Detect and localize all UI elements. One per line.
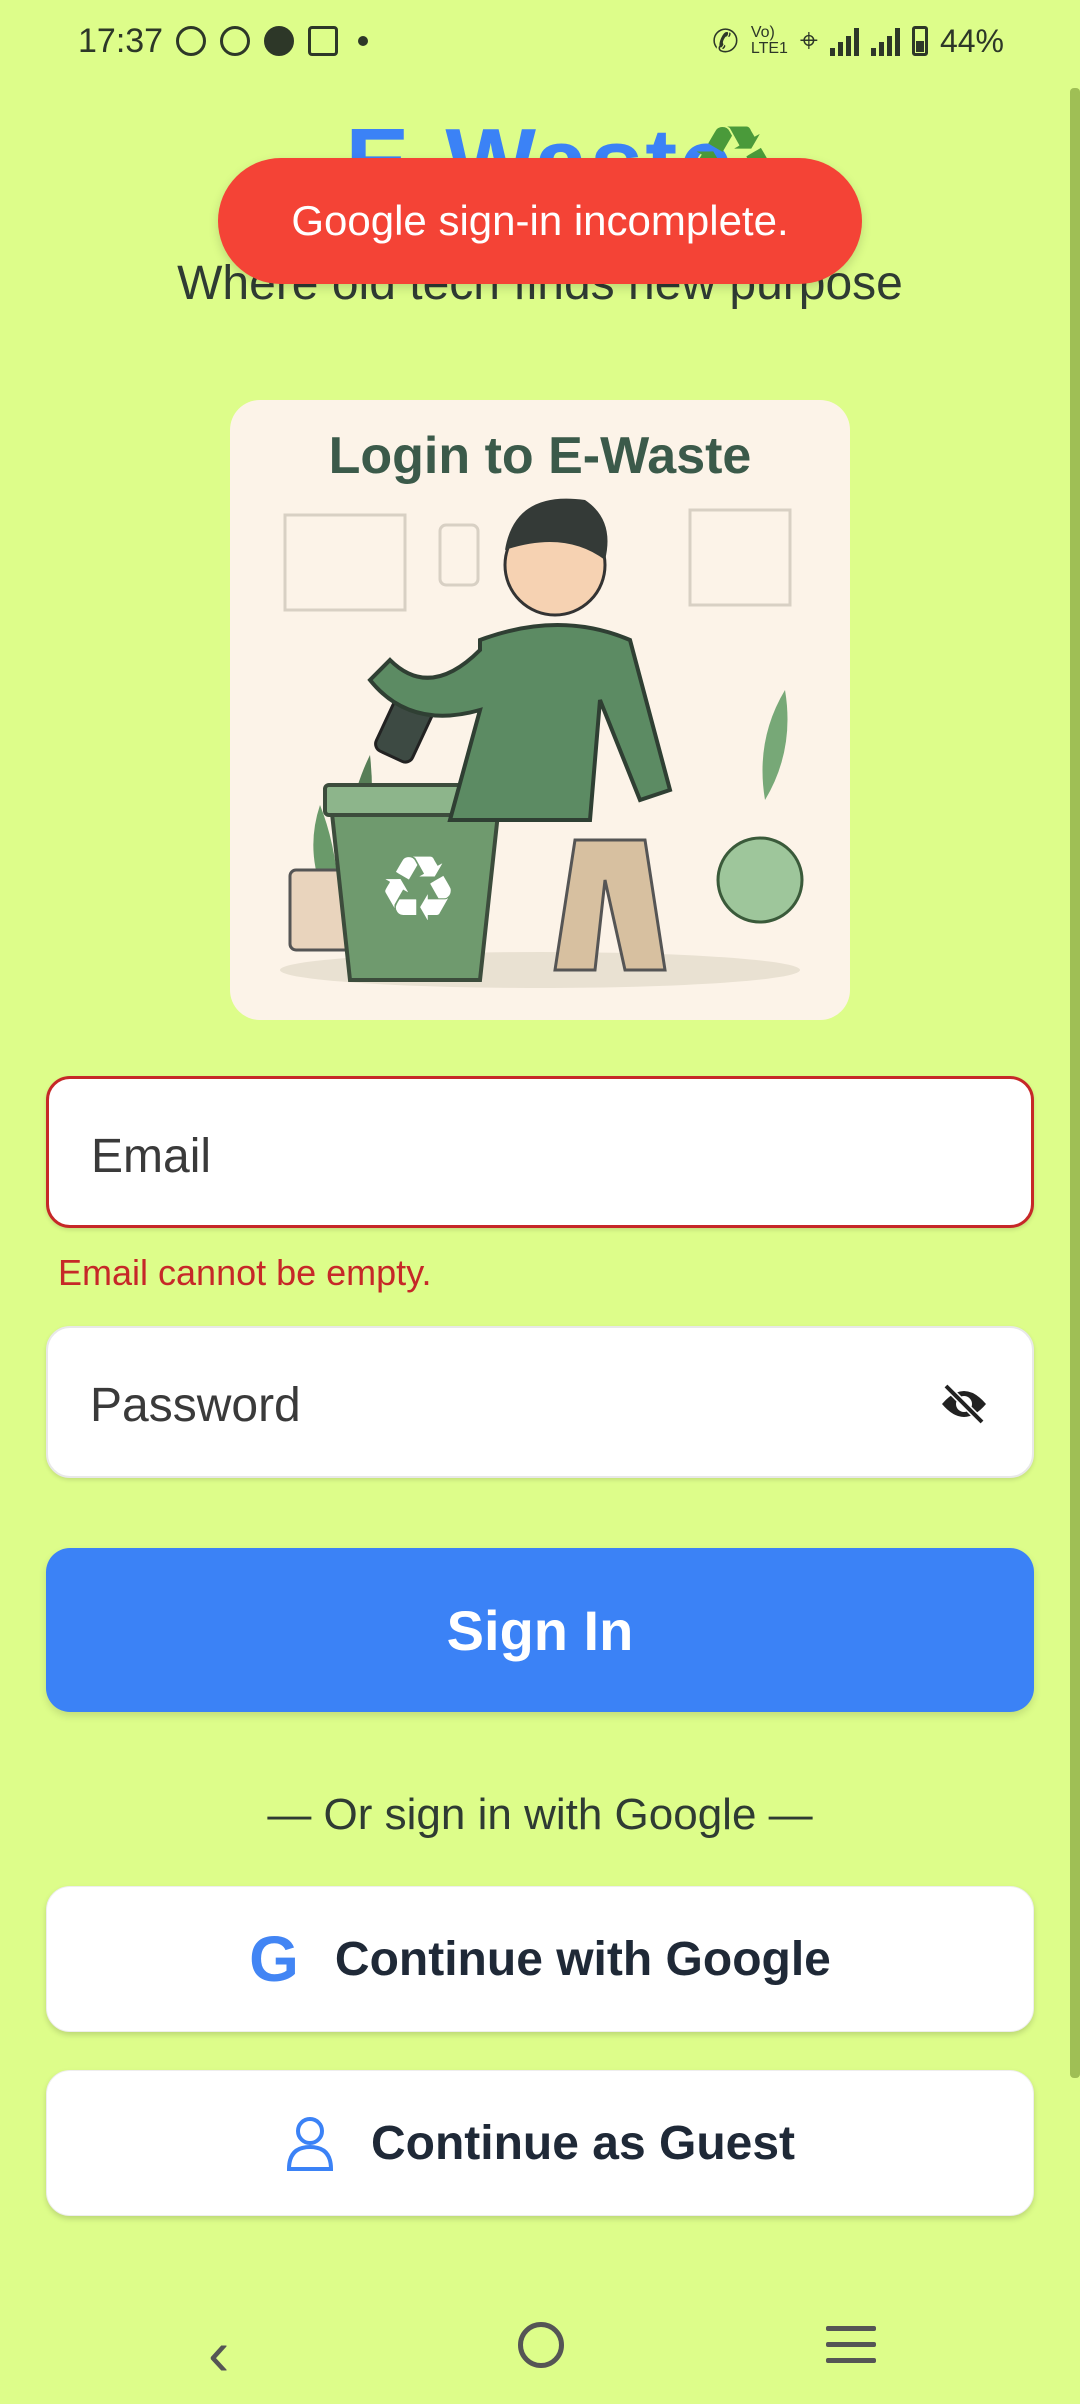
email-error-text: Email cannot be empty.: [58, 1252, 432, 1293]
app-icon: [264, 26, 294, 56]
sign-in-button[interactable]: Sign In: [46, 1548, 1034, 1712]
error-toast: Google sign-in incomplete.: [218, 158, 862, 284]
recycling-person-illustration: ♻: [280, 498, 804, 988]
google-divider-text: — Or sign in with Google —: [267, 1790, 813, 1839]
svg-text:♻: ♻: [378, 837, 459, 942]
gmail-icon: [308, 26, 338, 56]
status-bar: 17:37 ✆ Vo) LTE1 ⌖ 44%: [0, 0, 1080, 88]
login-illustration: Login to E-Waste ♻: [230, 400, 850, 1020]
google-button-label: Continue with Google: [334, 1932, 831, 1986]
dot-icon: [358, 36, 368, 46]
whatsapp-icon: [220, 26, 250, 56]
call-icon: ✆: [712, 23, 739, 59]
email-placeholder: Email: [91, 1130, 212, 1183]
signal-icon: [829, 26, 859, 56]
status-time: 17:37: [78, 22, 164, 60]
battery-percent: 44%: [939, 22, 1004, 59]
home-icon[interactable]: [518, 2322, 564, 2368]
volte-icon: Vo) LTE1: [750, 24, 788, 57]
back-icon[interactable]: ‹: [208, 2316, 229, 2390]
chat-icon: [176, 26, 206, 56]
signal-icon: [870, 26, 900, 56]
person-icon: [286, 2117, 333, 2171]
recent-apps-icon[interactable]: [826, 2326, 876, 2374]
guest-button-label: Continue as Guest: [370, 2116, 796, 2170]
scrollbar[interactable]: [1070, 88, 1080, 2078]
google-icon: G: [249, 1923, 299, 1995]
password-placeholder: Password: [90, 1379, 301, 1432]
continue-with-google-button[interactable]: G Continue with Google: [46, 1886, 1034, 2032]
password-field[interactable]: Password: [46, 1326, 1034, 1478]
battery-icon: [911, 26, 928, 56]
navigation-bar: ‹: [0, 2286, 1080, 2404]
email-field[interactable]: Email: [46, 1076, 1034, 1228]
system-icons: ✆ Vo) LTE1 ⌖ 44%: [712, 22, 1004, 60]
eye-off-icon[interactable]: [938, 1380, 990, 1428]
notification-icons: [176, 26, 368, 56]
continue-as-guest-button[interactable]: Continue as Guest: [46, 2070, 1034, 2216]
wifi-icon: ⌖: [799, 22, 818, 58]
